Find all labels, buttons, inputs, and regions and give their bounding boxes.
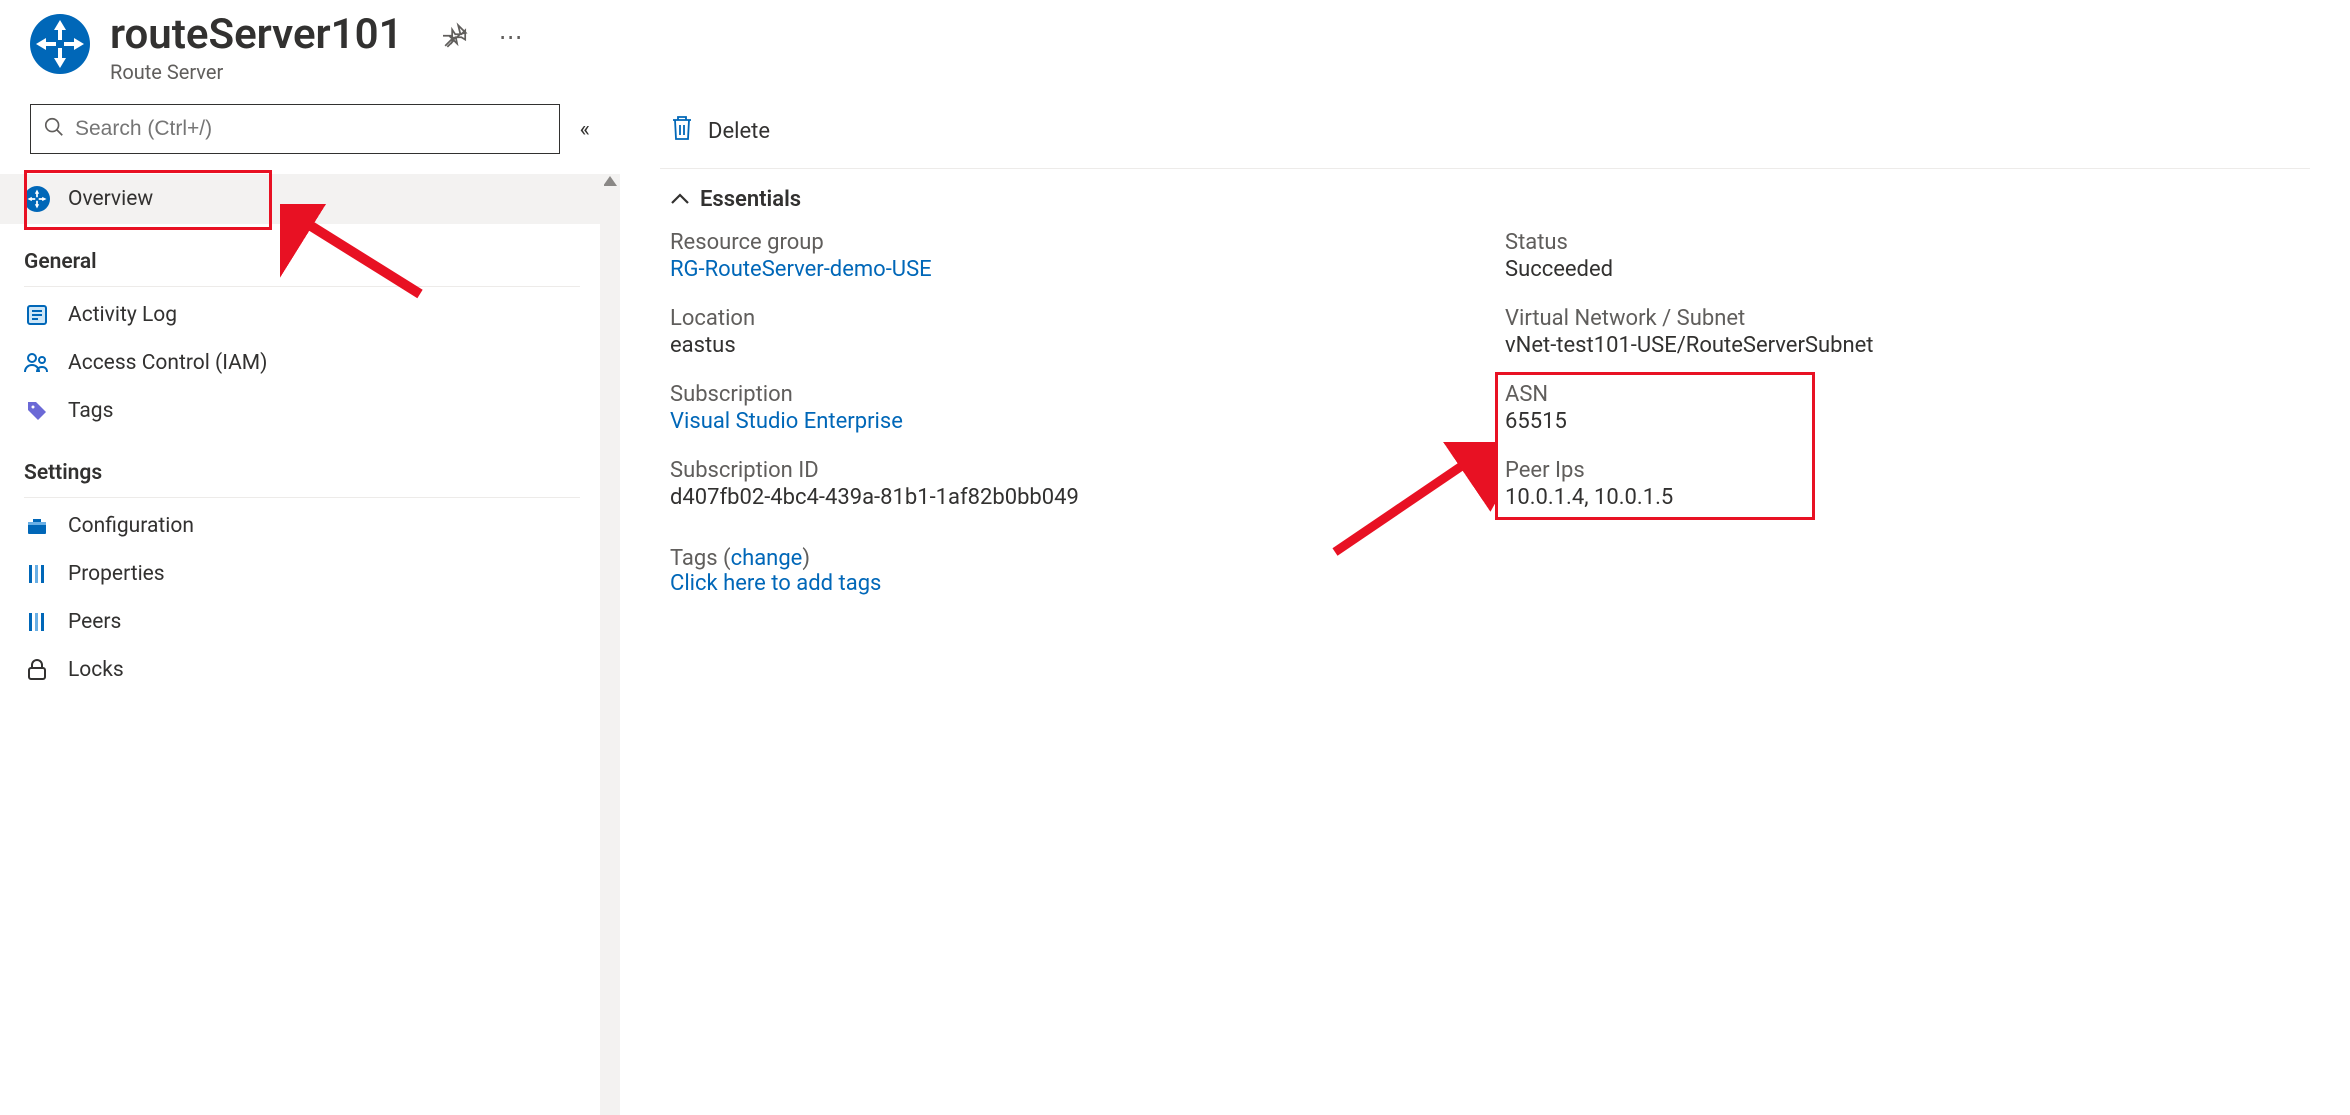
tags-change-link[interactable]: change xyxy=(731,546,803,571)
field-peer-ips: Peer Ips 10.0.1.4, 10.0.1.5 xyxy=(1505,458,2300,510)
page-subtitle: Route Server xyxy=(110,60,403,84)
sidebar-item-label: Locks xyxy=(68,658,124,682)
properties-icon xyxy=(24,562,50,586)
field-value: Succeeded xyxy=(1505,257,2300,282)
tags-label-suffix: ) xyxy=(802,546,810,571)
sidebar-section-settings: Settings xyxy=(0,435,604,493)
sidebar-scrollbar[interactable] xyxy=(600,174,620,1115)
tags-icon xyxy=(24,399,50,423)
delete-icon[interactable] xyxy=(670,114,694,148)
activity-log-icon xyxy=(24,303,50,327)
field-label: Subscription ID xyxy=(670,458,1465,483)
sidebar-search[interactable] xyxy=(30,104,560,154)
route-server-small-icon xyxy=(24,186,50,212)
pin-icon[interactable] xyxy=(443,22,469,52)
field-resource-group: Resource group RG-RouteServer-demo-USE xyxy=(670,230,1465,282)
route-server-icon xyxy=(30,14,90,74)
sidebar-item-label: Tags xyxy=(68,399,113,423)
field-asn: ASN 65515 xyxy=(1505,382,2300,434)
collapse-sidebar-icon[interactable]: « xyxy=(580,117,590,142)
essentials-label: Essentials xyxy=(700,187,801,212)
sidebar-section-general: General xyxy=(0,224,604,282)
field-status: Status Succeeded xyxy=(1505,230,2300,282)
sidebar-item-locks[interactable]: Locks xyxy=(0,646,604,694)
field-vnet-subnet: Virtual Network / Subnet vNet-test101-US… xyxy=(1505,306,2300,358)
field-label: Virtual Network / Subnet xyxy=(1505,306,2300,331)
sidebar-item-properties[interactable]: Properties xyxy=(0,550,604,598)
search-input[interactable] xyxy=(75,117,547,141)
sidebar-item-label: Properties xyxy=(68,562,165,586)
field-value: eastus xyxy=(670,333,1465,358)
field-value: 65515 xyxy=(1505,409,2300,434)
chevron-up-icon xyxy=(670,187,690,212)
field-value: vNet-test101-USE/RouteServerSubnet xyxy=(1505,333,2300,358)
field-subscription-id: Subscription ID d407fb02-4bc4-439a-81b1-… xyxy=(670,458,1465,510)
sidebar-item-tags[interactable]: Tags xyxy=(0,387,604,435)
sidebar-item-label: Activity Log xyxy=(68,303,177,327)
lock-icon xyxy=(24,658,50,682)
sidebar-item-label: Peers xyxy=(68,610,121,634)
field-value: 10.0.1.4, 10.0.1.5 xyxy=(1505,485,2300,510)
access-control-icon xyxy=(24,351,50,375)
sidebar-item-overview[interactable]: Overview xyxy=(0,174,604,224)
resource-group-link[interactable]: RG-RouteServer-demo-USE xyxy=(670,257,1465,282)
field-label: Status xyxy=(1505,230,2300,255)
sidebar-item-label: Access Control (IAM) xyxy=(68,351,267,375)
sidebar-item-label: Overview xyxy=(68,187,153,211)
add-tags-link[interactable]: Click here to add tags xyxy=(670,571,2300,596)
delete-button[interactable]: Delete xyxy=(708,119,770,144)
field-label: Location xyxy=(670,306,1465,331)
sidebar-item-activity-log[interactable]: Activity Log xyxy=(0,291,604,339)
more-actions-icon[interactable]: ⋯ xyxy=(499,25,525,49)
field-label: ASN xyxy=(1505,382,2300,407)
search-icon xyxy=(43,116,65,142)
essentials-toggle[interactable]: Essentials xyxy=(660,169,2310,230)
sidebar-item-access-control[interactable]: Access Control (IAM) xyxy=(0,339,604,387)
field-label: Peer Ips xyxy=(1505,458,2300,483)
field-value: d407fb02-4bc4-439a-81b1-1af82b0bb049 xyxy=(670,485,1465,510)
field-label: Subscription xyxy=(670,382,1465,407)
sidebar-item-peers[interactable]: Peers xyxy=(0,598,604,646)
field-location: Location eastus xyxy=(670,306,1465,358)
field-label: Resource group xyxy=(670,230,1465,255)
tags-label-prefix: Tags ( xyxy=(670,546,731,571)
configuration-icon xyxy=(24,514,50,538)
peers-icon xyxy=(24,610,50,634)
subscription-link[interactable]: Visual Studio Enterprise xyxy=(670,409,1465,434)
sidebar-item-configuration[interactable]: Configuration xyxy=(0,502,604,550)
field-tags: Tags (change) Click here to add tags xyxy=(670,534,2300,596)
field-subscription: Subscription Visual Studio Enterprise xyxy=(670,382,1465,434)
page-title: routeServer101 xyxy=(110,12,403,58)
sidebar-item-label: Configuration xyxy=(68,514,194,538)
